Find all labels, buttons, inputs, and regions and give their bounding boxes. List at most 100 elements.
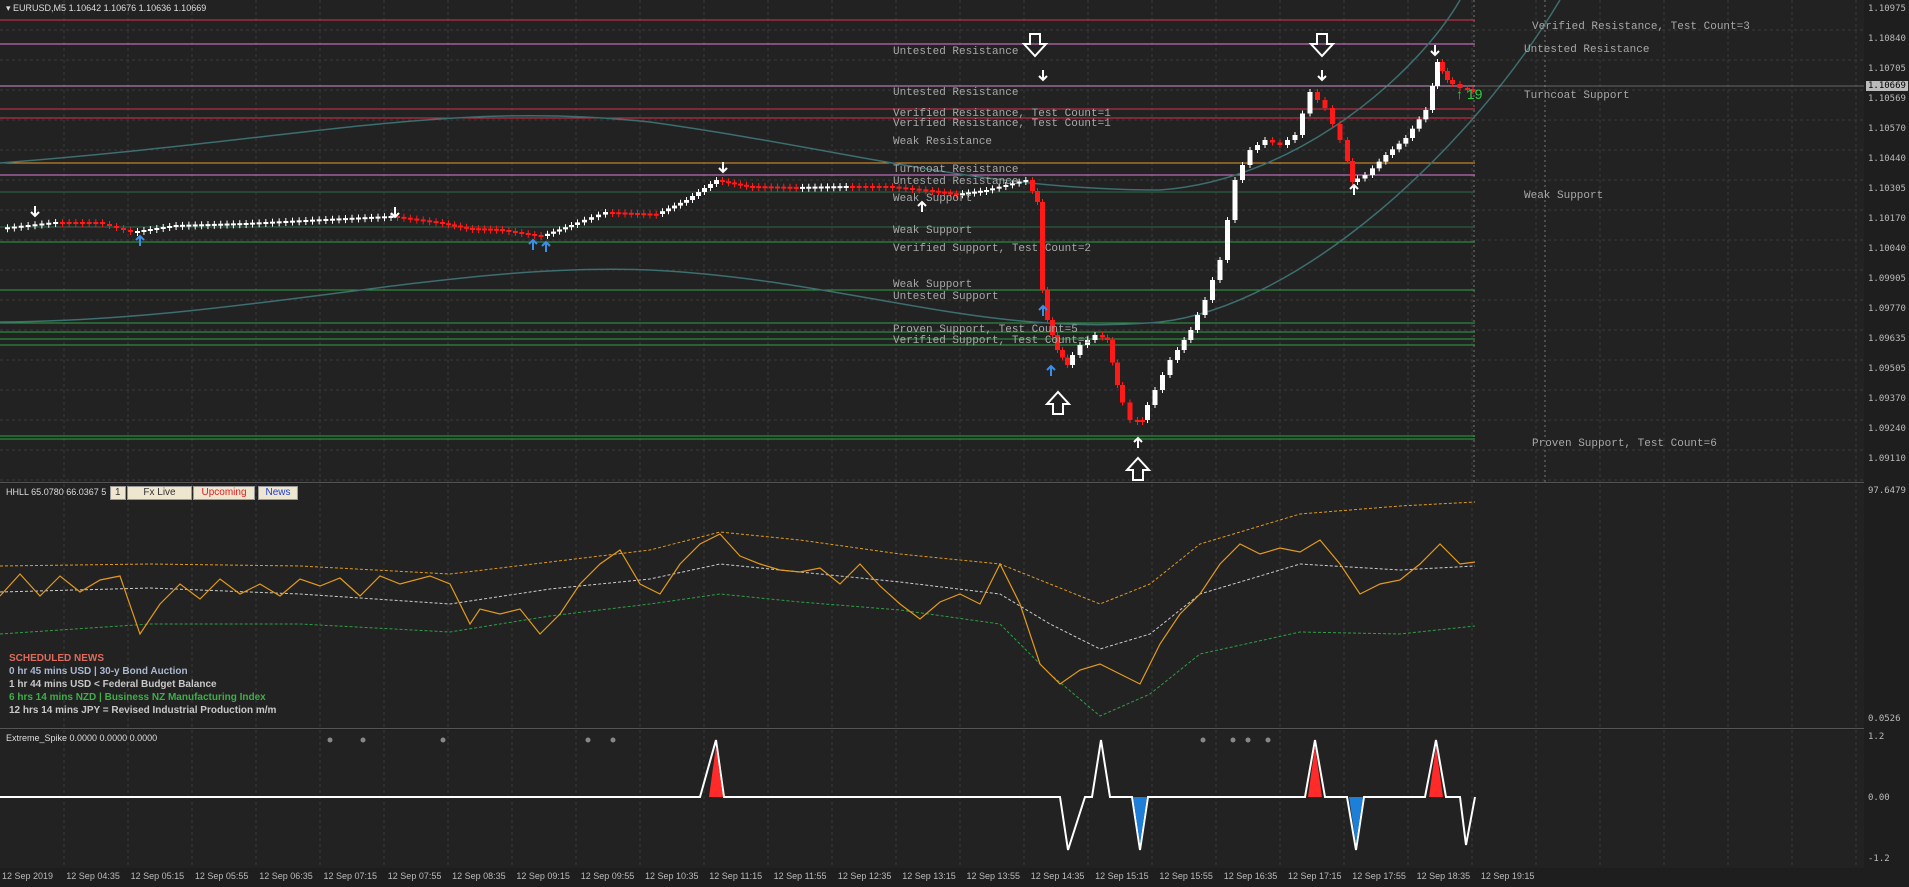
news-button[interactable]: News bbox=[258, 486, 298, 500]
candle bbox=[1330, 108, 1335, 124]
candle bbox=[837, 186, 843, 189]
candle bbox=[1315, 92, 1320, 100]
price-scale[interactable]: 1.10975 1.10840 1.10705 1.10569 1.10570 1.104… bbox=[1864, 0, 1909, 482]
candle bbox=[433, 221, 439, 224]
candle bbox=[825, 186, 830, 189]
candle bbox=[243, 223, 249, 225]
candle bbox=[205, 224, 211, 227]
candle bbox=[1105, 337, 1110, 340]
time-tick: 12 Sep 2019 bbox=[2, 871, 54, 881]
num-button[interactable]: 1 bbox=[110, 486, 126, 500]
candle bbox=[18, 225, 24, 228]
candle bbox=[596, 214, 601, 218]
candle bbox=[1345, 140, 1350, 161]
candle bbox=[1188, 330, 1194, 340]
candle bbox=[446, 223, 451, 226]
down-arrow-icon bbox=[390, 207, 400, 219]
price-tick: 1.09635 bbox=[1868, 334, 1906, 344]
candle bbox=[375, 216, 381, 219]
chart-menu-icon[interactable]: ▾ bbox=[6, 3, 11, 13]
candle bbox=[512, 231, 518, 233]
candle bbox=[452, 224, 457, 227]
price-chart-canvas[interactable] bbox=[0, 0, 1864, 482]
upcoming-button[interactable]: Upcoming bbox=[193, 486, 255, 500]
candle bbox=[32, 224, 38, 227]
candle bbox=[296, 220, 302, 223]
candle bbox=[356, 217, 361, 220]
candle bbox=[1355, 178, 1360, 182]
extreme-spike-pane[interactable] bbox=[0, 730, 1864, 868]
zone-label: Untested Resistance bbox=[1524, 44, 1650, 56]
down-arrow-icon bbox=[30, 206, 40, 218]
candle bbox=[276, 221, 282, 224]
candle bbox=[1430, 86, 1435, 110]
candle bbox=[464, 226, 469, 229]
spike-header: Extreme_Spike 0.0000 0.0000 0.0000 bbox=[6, 733, 158, 743]
candle bbox=[525, 233, 531, 235]
down-arrow-icon bbox=[1317, 70, 1327, 82]
candle bbox=[1160, 375, 1165, 390]
candle bbox=[750, 186, 755, 188]
candle bbox=[1065, 357, 1070, 365]
candle bbox=[506, 230, 512, 232]
candle bbox=[458, 225, 463, 228]
candle bbox=[283, 221, 289, 223]
time-tick: 12 Sep 08:35 bbox=[452, 871, 506, 881]
candle bbox=[1383, 155, 1389, 162]
price-tick: 1.10170 bbox=[1868, 214, 1906, 224]
up-arrow-icon bbox=[1046, 364, 1056, 376]
candle bbox=[519, 232, 525, 234]
candle bbox=[1292, 135, 1298, 140]
candle bbox=[336, 218, 342, 221]
chart-symbol-header: ▾ EURUSD,M5 1.10642 1.10676 1.10636 1.10… bbox=[6, 3, 206, 14]
time-tick: 12 Sep 07:55 bbox=[387, 871, 442, 881]
candle bbox=[1127, 402, 1133, 420]
candle bbox=[1450, 80, 1455, 84]
candle bbox=[1145, 405, 1150, 420]
hhll-indicator-pane[interactable] bbox=[0, 484, 1864, 729]
candle bbox=[775, 186, 780, 189]
candle bbox=[843, 186, 849, 188]
candle bbox=[720, 180, 725, 182]
candle bbox=[5, 227, 10, 230]
zone-label: Weak Support bbox=[893, 193, 973, 205]
candle bbox=[11, 226, 17, 229]
candle bbox=[563, 227, 568, 230]
candle bbox=[1240, 165, 1245, 180]
candle bbox=[916, 188, 922, 191]
candle bbox=[850, 186, 855, 188]
candle bbox=[1390, 149, 1395, 155]
candle bbox=[768, 186, 774, 189]
candle bbox=[192, 224, 198, 227]
price-chart-pane[interactable]: ▾ EURUSD,M5 1.10642 1.10676 1.10636 1.10… bbox=[0, 0, 1864, 483]
news-item: 12 hrs 14 mins JPY = Revised Industrial … bbox=[9, 705, 277, 716]
candle bbox=[538, 235, 544, 237]
candle bbox=[616, 212, 622, 215]
candle bbox=[1277, 142, 1283, 145]
candle bbox=[488, 228, 493, 231]
time-tick: 12 Sep 05:55 bbox=[194, 871, 249, 881]
zone-label: Untested Resistance bbox=[893, 46, 1019, 58]
candle bbox=[476, 228, 481, 231]
candle bbox=[1181, 340, 1187, 350]
spike-dot bbox=[585, 737, 591, 743]
candle bbox=[1416, 119, 1422, 129]
time-tick: 12 Sep 19:15 bbox=[1480, 871, 1535, 881]
candle bbox=[349, 217, 355, 220]
fx-live-button[interactable]: Fx Live bbox=[127, 486, 192, 500]
candle bbox=[744, 184, 749, 187]
candle bbox=[708, 184, 713, 188]
candle bbox=[910, 188, 915, 190]
pips-readout: ↑ 19 bbox=[1456, 86, 1483, 102]
candle bbox=[147, 229, 153, 231]
hhll-canvas bbox=[0, 484, 1857, 728]
candle bbox=[1070, 355, 1075, 365]
candle bbox=[60, 222, 65, 224]
spike-dot bbox=[610, 737, 616, 743]
candle bbox=[1100, 335, 1105, 338]
zone-label: Verified Resistance, Test Count=1 bbox=[893, 118, 1111, 130]
zone-label: Verified Support, Test Count=2 bbox=[893, 243, 1092, 255]
time-axis[interactable]: 12 Sep 2019 12 Sep 04:35 12 Sep 05:15 12 Se… bbox=[0, 868, 1909, 887]
candle bbox=[1362, 175, 1368, 179]
candle bbox=[666, 208, 671, 212]
